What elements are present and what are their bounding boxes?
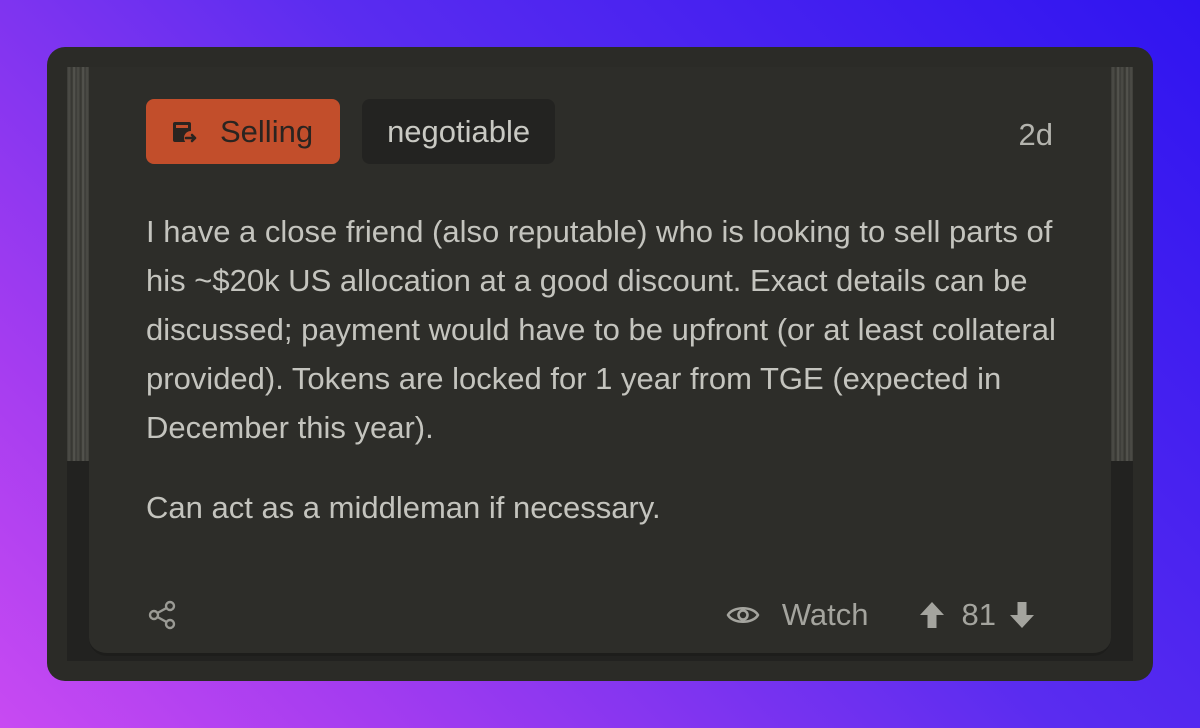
tag-negotiable[interactable]: negotiable [362, 99, 556, 164]
eye-icon [726, 602, 760, 628]
share-icon[interactable] [146, 599, 178, 631]
post-timestamp: 2d [1018, 117, 1053, 152]
post-body: I have a close friend (also reputable) w… [146, 207, 1066, 532]
vote-count: 81 [961, 597, 996, 632]
arrow-up-icon[interactable] [917, 599, 947, 631]
post-frame: Selling negotiable 2d I have a close fri… [47, 47, 1153, 681]
vote-group: 81 [917, 597, 1037, 633]
tag-selling[interactable]: Selling [146, 99, 341, 164]
arrow-down-icon[interactable] [1007, 599, 1037, 631]
tag-selling-label: Selling [220, 113, 314, 149]
watch-label: Watch [781, 597, 869, 632]
post-paragraph: I have a close friend (also reputable) w… [146, 214, 1056, 445]
tag-row: Selling negotiable [146, 99, 556, 164]
tag-negotiable-label: negotiable [387, 113, 531, 149]
post-card: Selling negotiable 2d I have a close fri… [89, 67, 1111, 656]
watch-button[interactable]: Watch [726, 597, 869, 633]
post-actions: Watch 81 [146, 587, 1037, 643]
post-paragraph: Can act as a middleman if necessary. [146, 490, 661, 525]
sell-tag-icon [170, 117, 200, 147]
